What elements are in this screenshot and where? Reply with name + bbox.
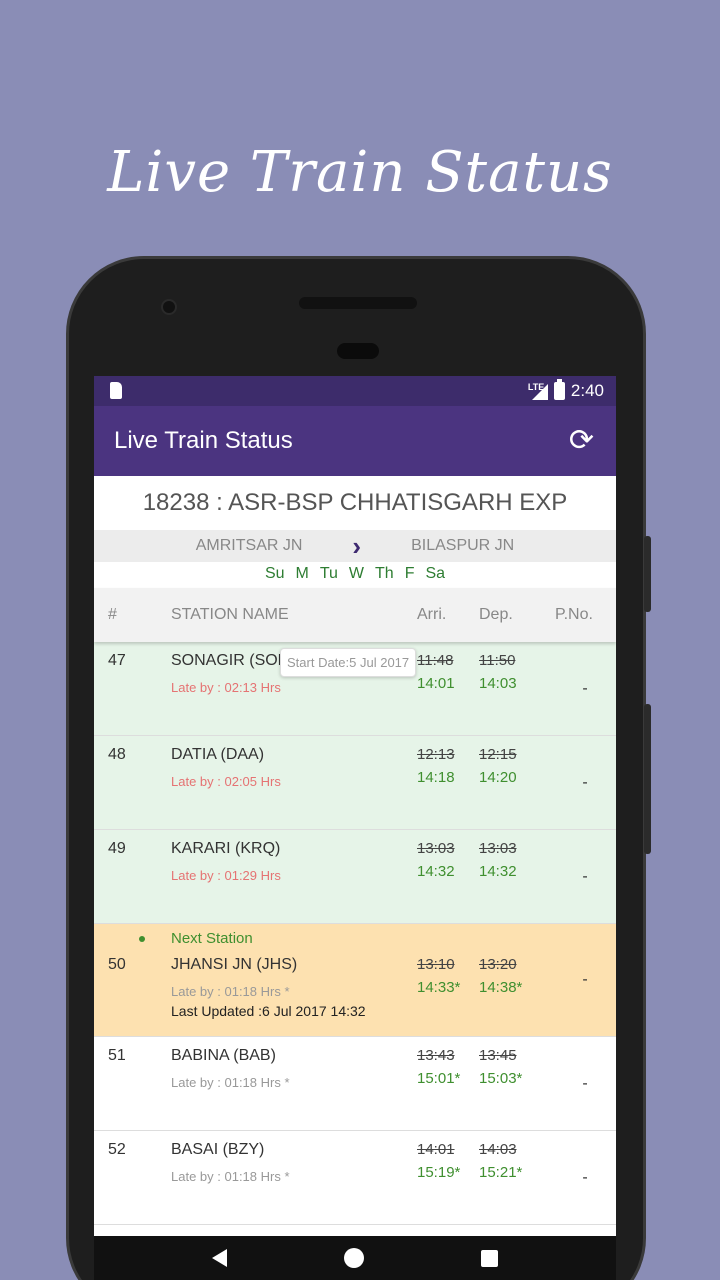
actual-departure: 14:38* <box>479 979 523 996</box>
recent-apps-icon[interactable] <box>480 1249 498 1267</box>
refresh-icon[interactable]: ⟳ <box>569 426 594 456</box>
table-row[interactable]: 49 KARARI (KRQ) Late by : 01:29 Hrs 13:0… <box>94 830 616 924</box>
app-title: Live Train Status <box>114 427 293 454</box>
day-thursday: Th <box>375 565 394 582</box>
chevron-right-icon: › <box>352 530 362 561</box>
late-by: Late by : 02:05 Hrs <box>171 774 281 789</box>
table-row[interactable]: 51 BABINA (BAB) Late by : 01:18 Hrs * 13… <box>94 1037 616 1131</box>
actual-departure: 14:03 <box>479 675 517 692</box>
back-icon[interactable] <box>212 1249 228 1267</box>
battery-icon <box>553 379 565 400</box>
late-by: Late by : 01:29 Hrs <box>171 868 281 883</box>
scheduled-arrival: 11:48 <box>417 652 454 669</box>
table-header: # STATION NAME Arri. Dep. P.No. <box>94 588 616 642</box>
actual-arrival: 15:19* <box>417 1164 461 1181</box>
day-monday: M <box>295 565 309 582</box>
station-number: 51 <box>108 1047 126 1064</box>
scheduled-departure: 13:03 <box>479 840 517 857</box>
train-title: 18238 : ASR-BSP CHHATISGARH EXP <box>94 476 616 530</box>
platform-number: - <box>582 679 588 697</box>
platform-number: - <box>582 971 588 988</box>
table-row[interactable]: 52 BASAI (BZY) Late by : 01:18 Hrs * 14:… <box>94 1131 616 1225</box>
header-platform: P.No. <box>555 606 593 623</box>
station-number: 52 <box>108 1141 126 1158</box>
screen: LTE 2:40 Live Train Status ⟳ 18238 : ASR… <box>94 376 616 1280</box>
station-name: DATIA (DAA) <box>171 746 265 763</box>
header-arrival: Arri. <box>417 606 447 623</box>
late-by: Late by : 01:18 Hrs * <box>171 1169 290 1184</box>
station-name: JHANSI JN (JHS) <box>171 956 298 973</box>
promo-title: Live Train Status <box>107 140 613 205</box>
clock: 2:40 <box>570 381 604 400</box>
station-number: 49 <box>108 840 126 857</box>
station-name: BASAI (BZY) <box>171 1141 265 1158</box>
platform-number: - <box>582 773 588 791</box>
lte-signal-icon: LTE <box>528 382 548 400</box>
destination-station: BILASPUR JN <box>411 537 515 554</box>
front-camera <box>161 299 177 315</box>
power-button <box>644 536 651 612</box>
day-tuesday: Tu <box>319 565 338 582</box>
day-wednesday: W <box>348 565 365 582</box>
actual-arrival: 14:18 <box>417 769 455 786</box>
header-departure: Dep. <box>479 606 513 623</box>
station-name: KARARI (KRQ) <box>171 840 281 857</box>
scheduled-departure: 14:03 <box>479 1141 517 1158</box>
platform-number: - <box>582 867 588 885</box>
scheduled-arrival: 12:13 <box>417 746 455 763</box>
running-days: Su M Tu W Th F Sa <box>94 562 616 588</box>
earpiece-speaker <box>299 297 417 309</box>
last-updated: Last Updated :6 Jul 2017 14:32 <box>171 1003 366 1019</box>
actual-arrival: 14:01 <box>417 675 455 692</box>
day-saturday: Sa <box>425 565 446 582</box>
platform-number: - <box>582 1168 588 1186</box>
table-row[interactable]: 48 DATIA (DAA) Late by : 02:05 Hrs 12:13… <box>94 736 616 830</box>
proximity-sensor <box>337 343 379 359</box>
late-by: Late by : 01:18 Hrs * <box>171 984 290 999</box>
actual-departure: 15:03* <box>479 1070 523 1087</box>
next-station-dot-icon <box>139 936 145 943</box>
station-list[interactable]: Start Date:5 Jul 2017 47 SONAGIR (SOR) L… <box>94 642 616 1225</box>
scheduled-departure: 13:45 <box>479 1047 517 1064</box>
header-station-name: STATION NAME <box>171 606 289 623</box>
actual-arrival: 14:33* <box>417 979 461 996</box>
actual-arrival: 14:32 <box>417 863 455 880</box>
navigation-bar <box>94 1236 616 1280</box>
actual-arrival: 15:01* <box>417 1070 461 1087</box>
sd-card-icon <box>110 382 122 399</box>
scheduled-arrival: 13:03 <box>417 840 455 857</box>
scheduled-arrival: 13:10 <box>417 956 455 973</box>
scheduled-departure: 13:20 <box>479 956 517 973</box>
next-station-label: Next Station <box>139 930 253 947</box>
station-name: BABINA (BAB) <box>171 1047 276 1064</box>
start-date-tooltip: Start Date:5 Jul 2017 <box>280 648 417 677</box>
origin-station: AMRITSAR JN <box>195 537 303 554</box>
home-icon[interactable] <box>343 1248 364 1268</box>
late-by: Late by : 01:18 Hrs * <box>171 1075 290 1090</box>
actual-departure: 14:32 <box>479 863 517 880</box>
scheduled-arrival: 13:43 <box>417 1047 455 1064</box>
route: AMRITSAR JN › BILASPUR JN <box>94 530 616 562</box>
scheduled-departure: 12:15 <box>479 746 517 763</box>
station-number: 48 <box>108 746 126 763</box>
header-num: # <box>108 606 117 623</box>
day-friday: F <box>404 565 415 582</box>
late-by: Late by : 02:13 Hrs <box>171 680 281 695</box>
day-sunday: Su <box>264 565 285 582</box>
app-bar: Live Train Status ⟳ <box>94 406 616 476</box>
scheduled-arrival: 14:01 <box>417 1141 455 1158</box>
volume-button <box>644 704 651 854</box>
scheduled-departure: 11:50 <box>479 652 516 669</box>
status-bar: LTE 2:40 <box>94 376 616 406</box>
actual-departure: 14:20 <box>479 769 517 786</box>
actual-departure: 15:21* <box>479 1164 523 1181</box>
station-number: 47 <box>108 652 126 669</box>
table-row-next-station[interactable]: Next Station 50 JHANSI JN (JHS) Late by … <box>94 924 616 1037</box>
platform-number: - <box>582 1074 588 1092</box>
